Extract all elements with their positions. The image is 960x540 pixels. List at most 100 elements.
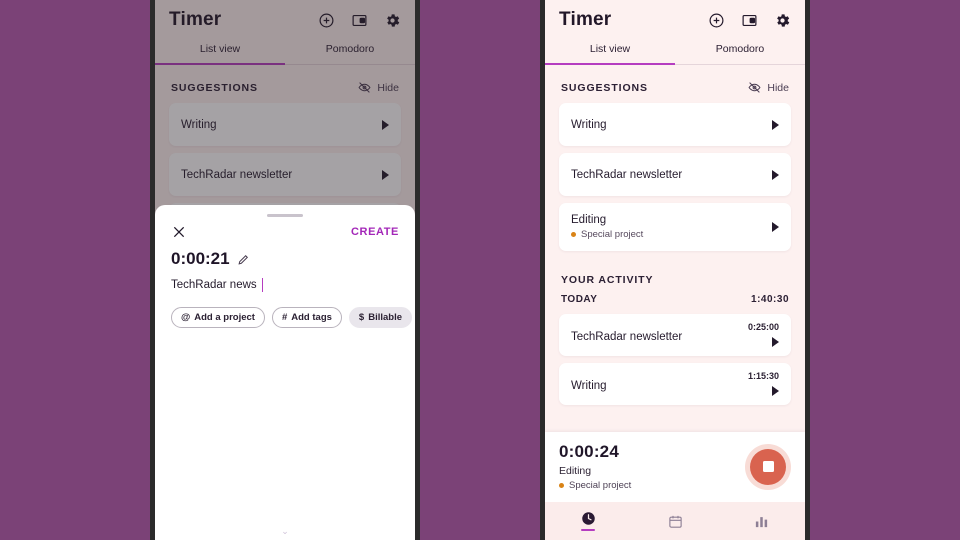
start-timer-icon[interactable]: [382, 169, 389, 180]
suggestions-label: SUGGESTIONS: [561, 81, 648, 94]
calendar-icon: [668, 514, 683, 529]
suggestions-list: Writing TechRadar newsletter Editing Spe…: [545, 103, 805, 251]
tab-list-view[interactable]: List view: [155, 43, 285, 64]
suggestions-header: SUGGESTIONS Hide: [155, 65, 415, 103]
left-phone-screen: Timer List view Pomodoro SUGGESTIONS Hid…: [155, 0, 415, 540]
running-timer-bar[interactable]: 0:00:24 Editing Special project: [545, 432, 805, 502]
nav-calendar-tab[interactable]: [632, 514, 719, 529]
app-header: Timer: [155, 0, 415, 31]
tab-pomodoro[interactable]: Pomodoro: [675, 43, 805, 64]
suggestion-card[interactable]: Writing: [169, 103, 401, 146]
add-project-label: Add a project: [194, 312, 255, 323]
activity-title: TechRadar newsletter: [571, 331, 683, 343]
left-phone-frame: Timer List view Pomodoro SUGGESTIONS Hid…: [150, 0, 420, 540]
stop-square-icon: [762, 461, 774, 472]
suggestion-card[interactable]: TechRadar newsletter: [559, 153, 791, 196]
suggestions-header: SUGGESTIONS Hide: [545, 65, 805, 103]
at-icon: @: [181, 312, 191, 323]
system-nav-hint: ⌄: [281, 526, 289, 536]
close-icon[interactable]: [171, 224, 187, 240]
running-task: Editing: [559, 465, 592, 477]
attribute-chips: @ Add a project # Add tags $ Billable: [171, 307, 412, 328]
suggestion-card[interactable]: Writing: [559, 103, 791, 146]
today-label: TODAY: [561, 294, 598, 305]
suggestion-title: Writing: [571, 118, 607, 131]
description-value: TechRadar news: [171, 279, 257, 291]
right-phone-screen: Timer List view Pomodoro SUGGESTIONS Hid…: [545, 0, 805, 540]
hide-label: Hide: [767, 81, 789, 94]
start-timer-icon[interactable]: [772, 169, 779, 180]
plus-circle-icon[interactable]: [318, 12, 335, 29]
sheet-duration-row[interactable]: 0:00:21: [171, 249, 399, 269]
right-phone-frame: Timer List view Pomodoro SUGGESTIONS Hid…: [540, 0, 810, 540]
suggestion-title: TechRadar newsletter: [181, 168, 293, 181]
hide-label: Hide: [377, 81, 399, 94]
plus-circle-icon[interactable]: [708, 12, 725, 29]
nav-timer-tab[interactable]: [545, 511, 632, 532]
app-title: Timer: [559, 9, 612, 30]
suggestion-card[interactable]: Editing Special project: [559, 203, 791, 251]
gear-icon[interactable]: [774, 12, 791, 29]
eye-slash-icon: [748, 81, 761, 94]
today-total: 1:40:30: [751, 294, 789, 305]
bottom-navigation: [545, 502, 805, 540]
screenshot-icon[interactable]: [741, 12, 758, 29]
activity-row[interactable]: TechRadar newsletter 0:25:00: [559, 314, 791, 356]
stop-timer-button[interactable]: [750, 448, 786, 485]
text-cursor: [261, 278, 264, 292]
start-timer-icon[interactable]: [772, 337, 779, 347]
description-input[interactable]: TechRadar news: [171, 278, 399, 292]
activity-duration: 0:25:00: [747, 322, 779, 332]
project-name: Special project: [581, 229, 644, 240]
activity-list: TechRadar newsletter 0:25:00 Writing 1:1…: [545, 314, 805, 405]
suggestion-title: TechRadar newsletter: [571, 168, 683, 181]
suggestion-title: Editing: [571, 214, 607, 226]
suggestion-project: Special project: [571, 229, 643, 240]
suggestions-label: SUGGESTIONS: [171, 81, 258, 94]
pencil-icon[interactable]: [237, 253, 250, 266]
suggestion-title: Writing: [181, 118, 217, 131]
start-timer-icon[interactable]: [772, 222, 779, 232]
add-tags-label: Add tags: [291, 312, 332, 323]
start-timer-icon[interactable]: [772, 119, 779, 130]
nav-active-indicator: [581, 528, 596, 532]
hash-icon: #: [281, 312, 288, 323]
project-color-dot: [571, 232, 576, 237]
running-project: Special project: [559, 480, 631, 491]
start-timer-icon[interactable]: [772, 386, 779, 396]
sheet-duration: 0:00:21: [171, 249, 230, 268]
hide-suggestions-button[interactable]: Hide: [358, 81, 399, 94]
today-summary-row: TODAY 1:40:30: [545, 291, 805, 314]
nav-reports-tab[interactable]: [718, 514, 805, 529]
create-button[interactable]: CREATE: [351, 226, 399, 238]
sheet-content: 0:00:21 TechRadar news @ Add a project #…: [155, 240, 415, 328]
view-tabs: List view Pomodoro: [545, 43, 805, 65]
view-tabs: List view Pomodoro: [155, 43, 415, 65]
hide-suggestions-button[interactable]: Hide: [748, 81, 789, 94]
create-entry-sheet: CREATE 0:00:21 TechRadar news @ Add a pr: [155, 205, 415, 540]
billable-label: Billable: [368, 312, 402, 323]
tab-list-view[interactable]: List view: [545, 43, 675, 64]
activity-header: YOUR ACTIVITY: [545, 258, 805, 291]
eye-slash-icon: [358, 81, 371, 94]
project-name: Special project: [569, 480, 632, 491]
sheet-toolbar: CREATE: [155, 217, 415, 240]
suggestion-card[interactable]: TechRadar newsletter: [169, 153, 401, 196]
start-timer-icon[interactable]: [382, 119, 389, 130]
activity-label: YOUR ACTIVITY: [561, 274, 654, 286]
add-tags-chip[interactable]: # Add tags: [271, 307, 342, 328]
tab-pomodoro[interactable]: Pomodoro: [285, 43, 415, 64]
tab-active-indicator: [545, 63, 675, 65]
running-timer-info: 0:00:24 Editing Special project: [559, 442, 631, 491]
activity-title: Writing: [571, 380, 607, 392]
header-icon-group: [708, 12, 791, 29]
gear-icon[interactable]: [384, 12, 401, 29]
dollar-icon: $: [358, 312, 365, 323]
running-elapsed: 0:00:24: [559, 442, 619, 461]
add-project-chip[interactable]: @ Add a project: [171, 307, 265, 328]
app-header: Timer: [545, 0, 805, 31]
activity-row[interactable]: Writing 1:15:30: [559, 363, 791, 405]
billable-chip[interactable]: $ Billable: [348, 307, 412, 328]
screenshot-icon[interactable]: [351, 12, 368, 29]
header-icon-group: [318, 12, 401, 29]
